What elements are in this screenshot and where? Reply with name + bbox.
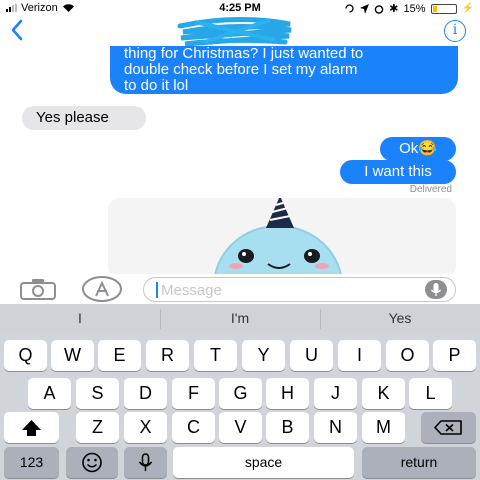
space-key[interactable]: space <box>173 447 354 478</box>
keyboard: I I'm Yes Q W E R T Y U I O P A S D F G … <box>0 304 480 480</box>
narwhal-plush-image <box>214 198 342 274</box>
outgoing-message-bubble[interactable]: thing for Christmas? I just wanted to do… <box>110 46 458 94</box>
key-r[interactable]: R <box>146 340 189 371</box>
key-p[interactable]: P <box>433 340 476 371</box>
key-w[interactable]: W <box>51 340 94 371</box>
back-button[interactable] <box>10 18 24 47</box>
key-n[interactable]: N <box>314 412 357 443</box>
key-j[interactable]: J <box>314 378 357 409</box>
delete-key[interactable] <box>421 412 476 443</box>
location-icon <box>360 3 370 14</box>
key-f[interactable]: F <box>172 378 215 409</box>
camera-button[interactable] <box>20 278 56 300</box>
key-a[interactable]: A <box>28 378 71 409</box>
status-bar: Verizon 4:25 PM ✱ 15% ⚡ <box>0 0 480 16</box>
status-indicators: ✱ 15% ⚡ <box>344 2 474 15</box>
key-h[interactable]: H <box>266 378 309 409</box>
message-line: thing for Christmas? I just wanted to <box>124 46 364 62</box>
incoming-message-bubble[interactable]: Yes please <box>22 106 146 130</box>
return-key[interactable]: return <box>362 447 476 478</box>
key-m[interactable]: M <box>362 412 405 443</box>
alarm-icon <box>374 4 384 14</box>
key-g[interactable]: G <box>219 378 262 409</box>
shift-arrow-icon <box>22 420 41 436</box>
suggestion-item[interactable]: Yes <box>320 304 480 332</box>
key-e[interactable]: E <box>98 340 141 371</box>
dictation-key[interactable] <box>124 447 167 478</box>
text-caret <box>156 282 158 298</box>
key-y[interactable]: Y <box>242 340 285 371</box>
message-line: to do it lol <box>124 77 189 94</box>
key-v[interactable]: V <box>219 412 262 443</box>
suggestion-item[interactable]: I'm <box>160 304 320 332</box>
outgoing-message-bubble[interactable]: I want this <box>340 160 456 184</box>
info-button[interactable]: i <box>444 20 466 42</box>
key-q[interactable]: Q <box>4 340 47 371</box>
key-l[interactable]: L <box>409 378 452 409</box>
battery-icon <box>430 3 457 14</box>
app-store-button[interactable] <box>82 276 122 302</box>
predictive-suggestions: I I'm Yes <box>0 304 480 332</box>
message-line: double check before I set my alarm <box>124 61 358 78</box>
key-b[interactable]: B <box>266 412 309 443</box>
microphone-icon <box>138 453 153 471</box>
suggestion-item[interactable]: I <box>0 304 160 332</box>
orientation-lock-icon <box>345 4 354 13</box>
bluetooth-icon: ✱ <box>389 3 399 15</box>
battery-percent: 15% <box>403 2 426 15</box>
microphone-icon <box>430 283 442 296</box>
key-d[interactable]: D <box>124 378 167 409</box>
compose-bar: Message <box>0 274 480 304</box>
numbers-key[interactable]: 123 <box>4 447 59 478</box>
outgoing-message-bubble[interactable]: Ok😂 <box>380 137 456 161</box>
key-i[interactable]: I <box>338 340 381 371</box>
dictation-button[interactable] <box>425 280 447 299</box>
key-x[interactable]: X <box>124 412 167 443</box>
backspace-icon <box>434 420 462 435</box>
key-s[interactable]: S <box>76 378 119 409</box>
shift-key[interactable] <box>4 412 59 443</box>
conversation-header: i <box>0 16 480 47</box>
message-thread[interactable]: thing for Christmas? I just wanted to do… <box>0 46 480 274</box>
emoji-icon <box>82 452 102 473</box>
redacted-contact-name <box>177 16 292 47</box>
key-t[interactable]: T <box>194 340 237 371</box>
emoji-key[interactable] <box>66 447 118 478</box>
key-u[interactable]: U <box>290 340 333 371</box>
key-k[interactable]: K <box>362 378 405 409</box>
key-c[interactable]: C <box>172 412 215 443</box>
photo-attachment[interactable] <box>108 198 456 274</box>
camera-icon <box>20 279 56 300</box>
delivery-status: Delivered <box>409 184 452 195</box>
message-input[interactable]: Message <box>143 277 456 302</box>
charging-icon: ⚡ <box>461 3 474 14</box>
chevron-left-icon <box>11 19 23 41</box>
key-z[interactable]: Z <box>76 412 119 443</box>
key-o[interactable]: O <box>386 340 429 371</box>
app-store-icon <box>82 276 122 302</box>
message-placeholder: Message <box>161 282 222 299</box>
